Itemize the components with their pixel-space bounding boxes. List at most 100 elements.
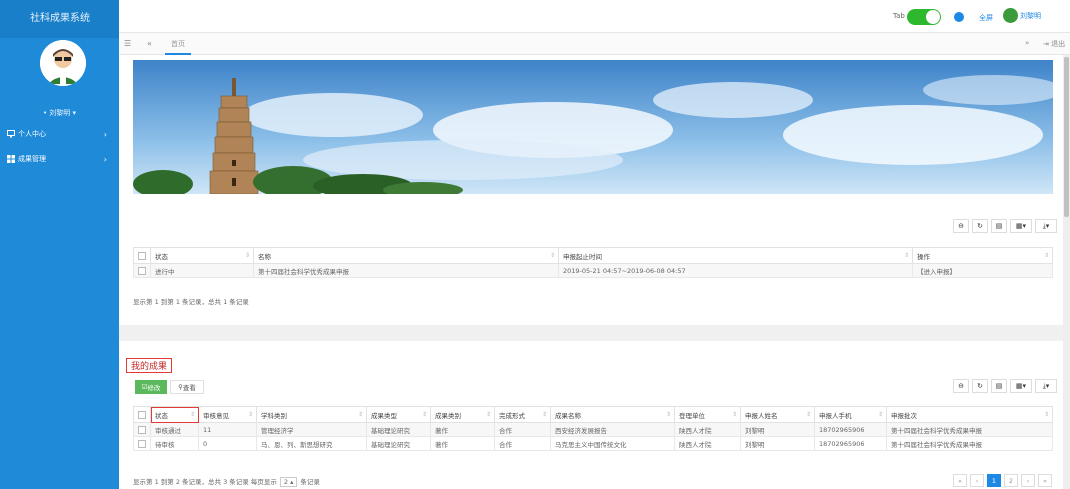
unit-cell: 陕西人才院 (674, 422, 741, 437)
sidebar-item-personal-center[interactable]: 个人中心 › (0, 124, 119, 144)
prev-page-button[interactable]: ‹ (970, 474, 984, 487)
achievements-table-toolbar: ⊖ ↻ ▤ ▦▾ ⤓▾ (950, 379, 1057, 393)
scroll-left-icon[interactable]: « (147, 39, 152, 48)
export-icon[interactable]: ⤓▾ (1035, 379, 1057, 393)
grid-icon (6, 155, 15, 164)
person-cell: 刘黎明 (740, 436, 815, 451)
column-header[interactable]: 申报批次 ⇕ (886, 406, 1053, 423)
column-header[interactable]: 成果名称 ⇕ (550, 406, 675, 423)
enter-declare-link[interactable]: 【进入申报】 (912, 263, 1053, 278)
toggle-view-icon[interactable]: ▤ (991, 219, 1007, 233)
first-page-button[interactable]: « (953, 474, 967, 487)
column-header[interactable]: 申报人姓名 ⇕ (740, 406, 815, 423)
category-cell: 著作 (430, 436, 495, 451)
table-row[interactable]: 审核通过 11 管理经济学 基础理论研究 著作 合作 西安经济发展报告 陕西人才… (133, 422, 1053, 437)
header-username: 刘黎明 (1020, 11, 1041, 20)
vertical-scrollbar[interactable] (1063, 55, 1070, 489)
status-cell: 审核通过 (150, 422, 199, 437)
page-size-select[interactable]: 2 ▴ (279, 477, 298, 487)
columns-icon[interactable]: ▦▾ (1010, 379, 1032, 393)
chevron-right-icon: › (103, 129, 107, 139)
app-title: 社科成果系统 (0, 0, 119, 38)
tab-home[interactable]: 首页 (165, 33, 191, 55)
name-cell: 马克思主义中国传统文化 (550, 436, 675, 451)
monitor-icon (6, 130, 15, 139)
column-header-status[interactable]: 状态 ⇕ (150, 406, 199, 423)
row-checkbox[interactable] (133, 263, 151, 278)
table-row[interactable]: 进行中 第十四届社会科学优秀成果申报 2019-05-21 04:57~2019… (133, 263, 1053, 278)
name-cell: 西安经济发展报告 (550, 422, 675, 437)
view-button[interactable]: ⚲ 查看 (170, 380, 204, 394)
toggle-pagination-icon[interactable]: ⊖ (953, 219, 969, 233)
row-checkbox[interactable] (133, 422, 151, 437)
sidebar-username[interactable]: • 刘黎明 ▾ (0, 108, 119, 118)
chevron-right-icon: › (103, 154, 107, 164)
logout-button[interactable]: ⇥ 退出 (1043, 39, 1065, 49)
column-header[interactable]: 登理单位 ⇕ (674, 406, 741, 423)
column-header[interactable]: 申报人手机 ⇕ (814, 406, 887, 423)
pagination: « ‹ 1 2 › » (950, 474, 1052, 487)
column-header[interactable]: 审核意见 ⇕ (198, 406, 257, 423)
refresh-icon[interactable]: ↻ (972, 379, 988, 393)
declare-table: 状态 ⇕ 名称 ⇕ 申报起止时间 ⇕ 操作 ⇕ 进行中 第十四届社会科学优秀成果申报 2… (133, 247, 1053, 278)
unit-cell: 陕西人才院 (674, 436, 741, 451)
period-cell: 2019-05-21 04:57~2019-06-08 04:57 (558, 263, 913, 278)
column-header[interactable]: 成果类别 ⇕ (430, 406, 495, 423)
sidebar: 社科成果系统 • 刘黎明 ▾ 个人中心 › 成果管理 › (0, 0, 119, 489)
batch-cell: 第十四届社会科学优秀成果申报 (886, 422, 1053, 437)
column-header[interactable]: 完成形式 ⇕ (494, 406, 551, 423)
sidebar-item-achievement-management[interactable]: 成果管理 › (0, 149, 119, 169)
sidebar-item-label: 成果管理 (18, 155, 46, 163)
refresh-icon[interactable]: ↻ (972, 219, 988, 233)
scroll-right-icon[interactable]: » (1025, 39, 1029, 47)
form-cell: 合作 (494, 436, 551, 451)
person-cell: 刘黎明 (740, 422, 815, 437)
section-title: 我的成果 (126, 358, 172, 373)
subject-cell: 马、恩、列、斯思想研究 (256, 436, 367, 451)
achievements-table: 状态 ⇕ 审核意见 ⇕ 学科类别 ⇕ 成果类型 ⇕ 成果类别 ⇕ 完成形式 ⇕ 成果名称 ⇕ … (133, 406, 1053, 451)
column-header[interactable]: 学科类别 ⇕ (256, 406, 367, 423)
toggle-pagination-icon[interactable]: ⊖ (953, 379, 969, 393)
column-header[interactable]: 申报起止时间 ⇕ (558, 247, 913, 264)
tab-bar: ☰ « 首页 » ⇥ 退出 (119, 33, 1070, 55)
table-row[interactable]: 待审核 0 马、恩、列、斯思想研究 基础理论研究 著作 合作 马克思主义中国传统… (133, 436, 1053, 451)
sidebar-item-label: 个人中心 (18, 130, 46, 138)
column-header[interactable]: 操作 ⇕ (912, 247, 1053, 264)
last-page-button[interactable]: » (1038, 474, 1052, 487)
column-header[interactable]: 成果类型 ⇕ (366, 406, 431, 423)
batch-cell: 第十四届社会科学优秀成果申报 (886, 436, 1053, 451)
name-cell[interactable]: 第十四届社会科学优秀成果申报 (253, 263, 559, 278)
column-header[interactable]: 名称 ⇕ (253, 247, 559, 264)
page-1-button[interactable]: 1 (987, 474, 1001, 487)
theme-dot-icon[interactable] (954, 12, 964, 22)
edit-button[interactable]: ☑ 修改 (135, 380, 167, 394)
next-page-button[interactable]: › (1021, 474, 1035, 487)
header-user-menu[interactable]: 刘黎明 (1003, 8, 1041, 23)
banner-image (133, 60, 1053, 194)
category-cell: 著作 (430, 422, 495, 437)
fullscreen-button[interactable]: 全屏 (979, 13, 993, 23)
select-all-checkbox[interactable] (133, 406, 151, 423)
type-cell: 基础理论研究 (366, 436, 431, 451)
opinion-cell[interactable]: 0 (198, 436, 257, 451)
row-checkbox[interactable] (133, 436, 151, 451)
top-header: Tab 全屏 刘黎明 (119, 0, 1070, 33)
export-icon[interactable]: ⤓▾ (1035, 219, 1057, 233)
menu-toggle-icon[interactable]: ☰ (124, 39, 131, 48)
user-avatar-icon (1003, 8, 1018, 23)
tab-mode-toggle[interactable] (907, 9, 941, 25)
avatar[interactable] (40, 40, 86, 86)
subject-cell: 管理经济学 (256, 422, 367, 437)
form-cell: 合作 (494, 422, 551, 437)
achievements-summary: 显示第 1 到第 2 条记录，总共 3 条记录 每页显示 2 ▴ 条记录 (133, 477, 320, 487)
tab-mode-label: Tab (893, 12, 905, 20)
toggle-view-icon[interactable]: ▤ (991, 379, 1007, 393)
select-all-checkbox[interactable] (133, 247, 151, 264)
columns-icon[interactable]: ▦▾ (1010, 219, 1032, 233)
column-header[interactable]: 状态 ⇕ (150, 247, 254, 264)
declare-table-toolbar: ⊖ ↻ ▤ ▦▾ ⤓▾ (950, 219, 1057, 233)
opinion-cell[interactable]: 11 (198, 422, 257, 437)
status-cell: 进行中 (150, 263, 254, 278)
page-2-button[interactable]: 2 (1004, 474, 1018, 487)
declare-summary: 显示第 1 到第 1 条记录，总共 1 条记录 (133, 298, 249, 306)
